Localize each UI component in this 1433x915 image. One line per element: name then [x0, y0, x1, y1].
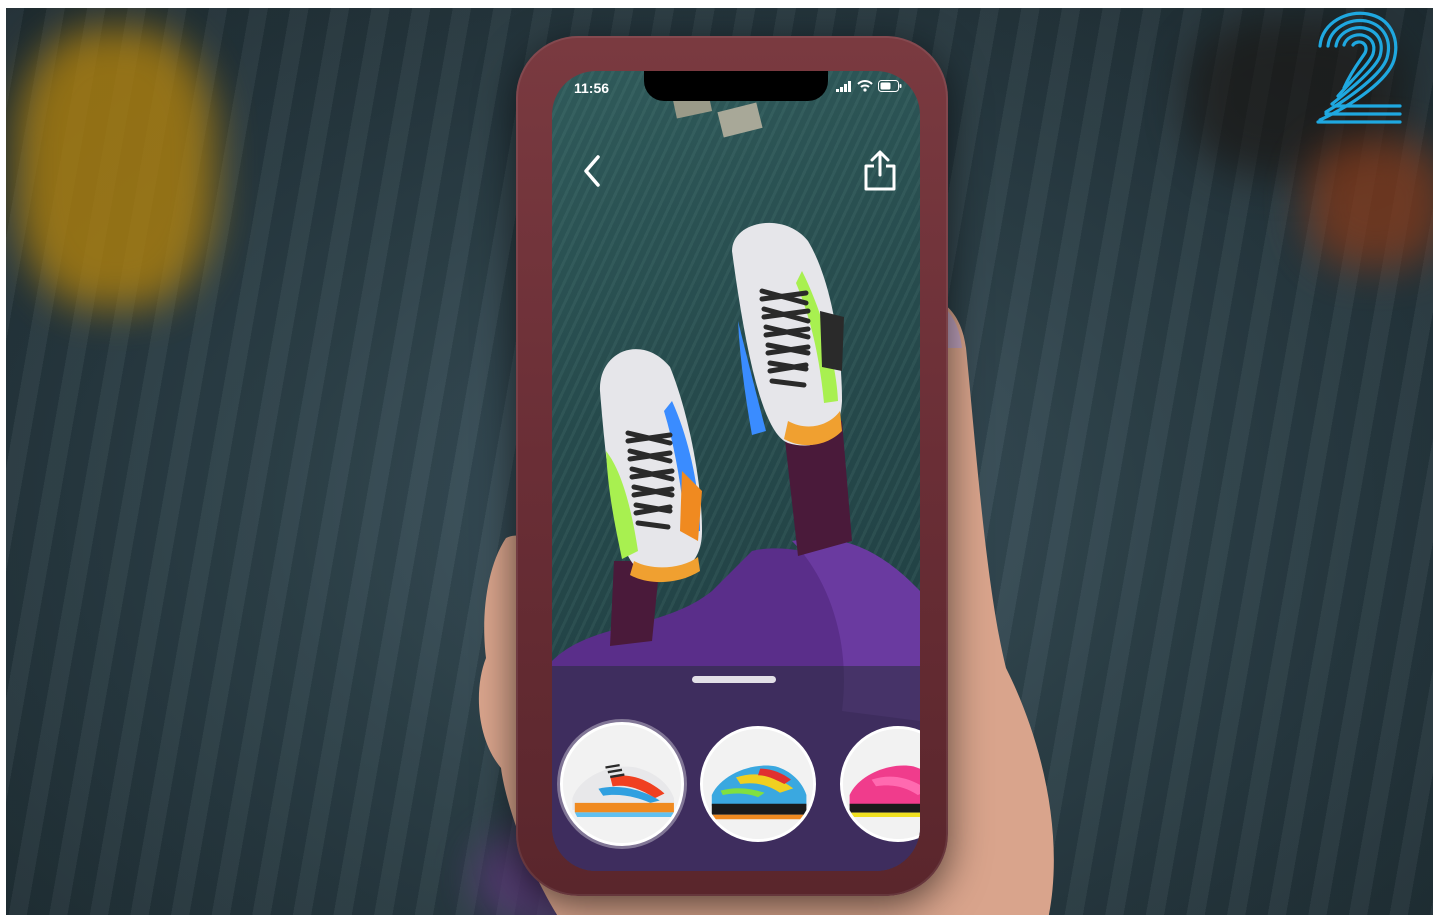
- product-swatch-1[interactable]: [560, 722, 684, 846]
- ar-sneaker-right: [732, 222, 844, 446]
- fingerprint-2-logo: [1316, 11, 1402, 124]
- product-swatch-3[interactable]: [840, 726, 920, 842]
- sneaker-thumbnail: [563, 725, 681, 843]
- phone-notch: [644, 71, 828, 101]
- chevron-left-icon: [584, 155, 600, 187]
- drag-handle[interactable]: [692, 676, 776, 683]
- sneaker-thumbnail: [843, 729, 920, 839]
- battery-icon: [878, 80, 902, 92]
- phone-screen: 11:56: [552, 71, 920, 871]
- blurred-background-object: [1306, 138, 1433, 268]
- status-icons: [836, 80, 902, 92]
- product-swatch-2[interactable]: [700, 726, 816, 842]
- share-icon: [864, 150, 896, 191]
- video-frame: 11:56: [6, 8, 1433, 915]
- share-button[interactable]: [860, 149, 900, 193]
- wifi-icon: [857, 80, 873, 92]
- smartphone: 11:56: [516, 36, 948, 896]
- back-button[interactable]: [576, 151, 610, 191]
- product-tray: [552, 666, 920, 871]
- sneaker-thumbnail: [703, 729, 813, 839]
- status-time: 11:56: [574, 80, 610, 96]
- ar-sneaker-left: [599, 349, 702, 583]
- signal-icon: [836, 80, 851, 92]
- blurred-background-object: [16, 28, 216, 308]
